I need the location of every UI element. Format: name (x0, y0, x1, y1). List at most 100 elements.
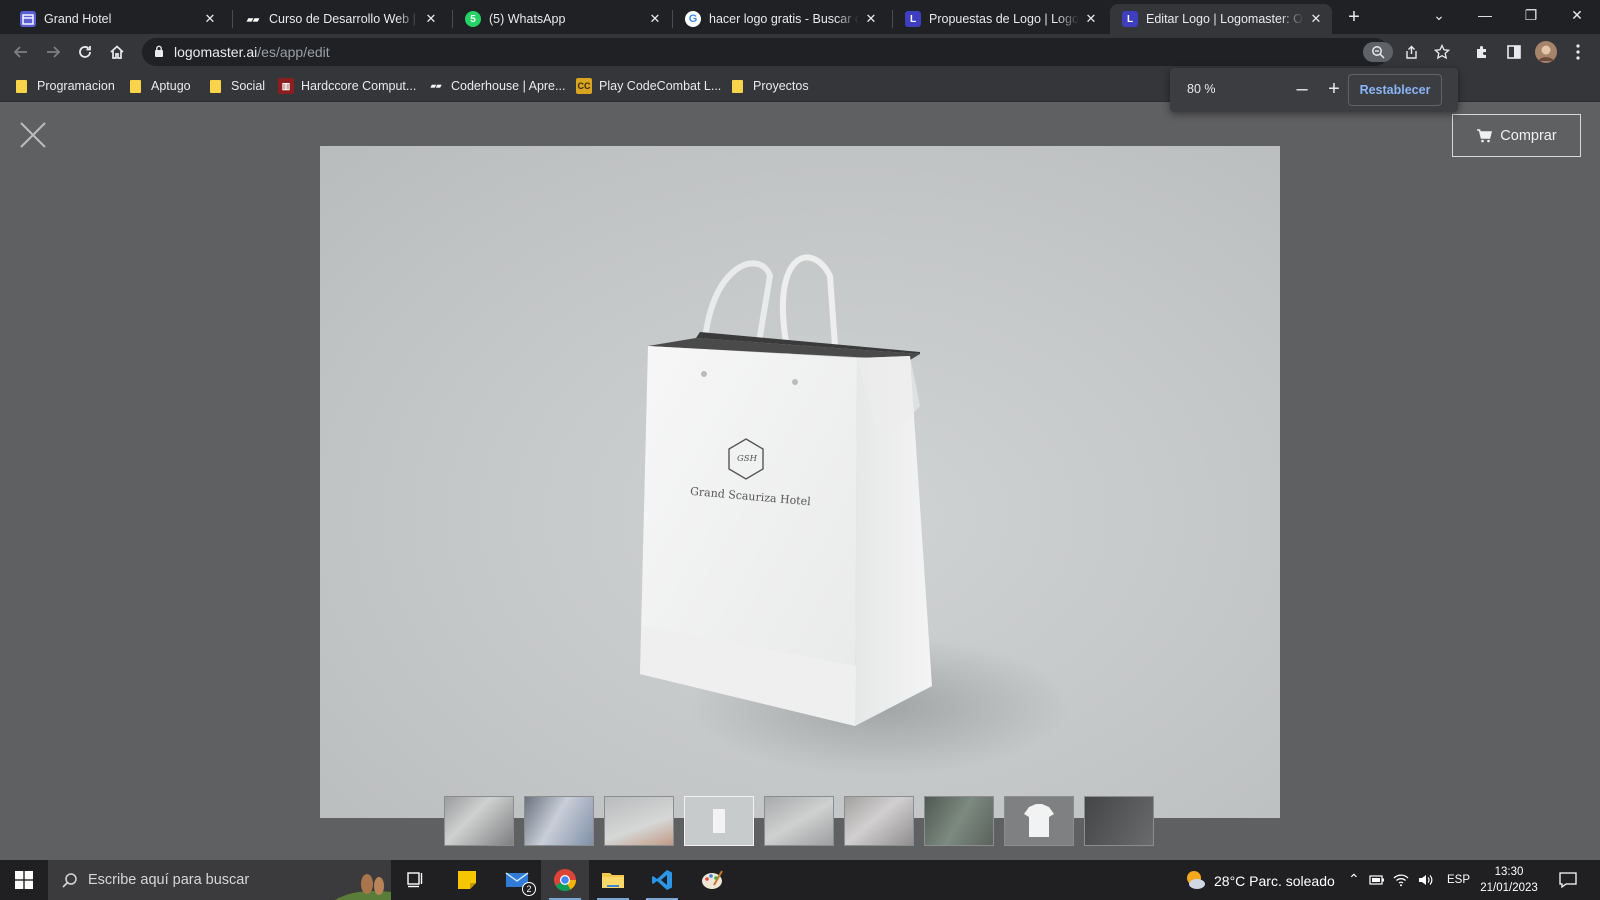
reload-button[interactable] (72, 39, 98, 65)
tab-close-icon[interactable]: ✕ (1083, 11, 1099, 27)
tab-editar-logo[interactable]: L Editar Logo | Logomaster: On ✕ (1110, 4, 1332, 34)
browser-toolbar: logomaster.ai/es/app/edit (0, 34, 1600, 70)
tab-whatsapp[interactable]: 5 (5) WhatsApp ✕ (453, 4, 671, 34)
tab-curso-desarrollo[interactable]: ▰▰ Curso de Desarrollo Web | Pla ✕ (233, 4, 447, 34)
back-button[interactable] (8, 39, 34, 65)
thumbnail-tshirt[interactable] (1004, 796, 1074, 846)
thumbnail-dark[interactable] (1084, 796, 1154, 846)
tab-grand-hotel[interactable]: Grand Hotel ✕ (8, 4, 226, 34)
side-panel-icon[interactable] (1502, 40, 1526, 64)
bookmark-coderhouse[interactable]: ▰▰ Coderhouse | Apre... (428, 77, 566, 95)
calendar-icon (20, 11, 36, 27)
folder-icon (732, 79, 743, 93)
folder-icon (16, 79, 27, 93)
tab-search-chevron-icon[interactable]: ⌄ (1416, 0, 1462, 30)
home-icon (110, 45, 124, 59)
thumbnail-building[interactable] (444, 796, 514, 846)
notifications-icon[interactable] (1559, 871, 1577, 889)
tab-label: (5) WhatsApp (489, 12, 566, 26)
buy-button[interactable]: Comprar (1452, 114, 1581, 157)
weather-sun-cloud-icon[interactable] (1184, 869, 1206, 891)
bookmark-proyectos[interactable]: Proyectos (732, 77, 809, 95)
thumbnail-storefront[interactable] (924, 796, 994, 846)
battery-icon[interactable] (1369, 874, 1385, 886)
tab-label: Curso de Desarrollo Web | Pla (269, 12, 419, 26)
tab-propuestas-logo[interactable]: L Propuestas de Logo | Logoma ✕ (893, 4, 1107, 34)
forward-button[interactable] (40, 39, 66, 65)
back-arrow-icon (13, 46, 27, 58)
zoom-out-button[interactable]: – (1290, 78, 1314, 102)
bag-thumb-icon (713, 809, 725, 833)
windows-taskbar: Escribe aquí para buscar 2 28°C Parc. so… (0, 860, 1600, 900)
clock-date: 21/01/2023 (1480, 882, 1538, 894)
tab-close-icon[interactable]: ✕ (423, 11, 439, 27)
bookmark-codecombat[interactable]: CC Play CodeCombat L... (576, 77, 721, 95)
thumbnail-envelope[interactable] (764, 796, 834, 846)
vscode-app[interactable] (638, 860, 686, 900)
reset-zoom-button[interactable]: Restablecer (1348, 74, 1442, 106)
mockup-preview: GSH Grand Scauriza Hotel (320, 146, 1280, 818)
sticky-notes-app[interactable] (443, 860, 491, 900)
close-window-button[interactable]: ✕ (1554, 0, 1600, 30)
bookmark-hardccore[interactable]: ▥ Hardccore Comput... (278, 77, 416, 95)
file-explorer-app[interactable] (589, 860, 637, 900)
zoom-magnifier-icon[interactable] (1363, 42, 1393, 62)
tab-label: Propuestas de Logo | Logoma (929, 12, 1079, 26)
minimize-button[interactable]: — (1462, 0, 1508, 30)
zoom-in-button[interactable]: + (1322, 78, 1346, 102)
tab-close-icon[interactable]: ✕ (202, 11, 218, 27)
windows-logo-icon (15, 871, 33, 889)
tab-close-icon[interactable]: ✕ (1308, 11, 1324, 27)
chrome-app[interactable] (541, 860, 589, 900)
search-icon (62, 873, 77, 888)
share-icon[interactable] (1400, 42, 1422, 62)
clock[interactable]: 13:30 21/01/2023 (1478, 864, 1540, 896)
tab-strip: Grand Hotel ✕ ▰▰ Curso de Desarrollo Web… (0, 0, 1600, 34)
vscode-icon (652, 870, 672, 890)
wifi-icon[interactable] (1393, 873, 1409, 887)
bookmark-aptugo[interactable]: Aptugo (130, 77, 191, 95)
tab-close-icon[interactable]: ✕ (863, 11, 879, 27)
bookmark-star-icon[interactable] (1430, 40, 1454, 64)
buy-label: Comprar (1500, 127, 1557, 144)
thumbnail-card-hand[interactable] (604, 796, 674, 846)
address-bar[interactable]: logomaster.ai/es/app/edit (142, 38, 1417, 66)
close-icon[interactable] (18, 120, 48, 150)
start-button[interactable] (0, 860, 48, 900)
extensions-puzzle-icon[interactable] (1470, 40, 1494, 64)
zoom-popup: 80 % – + Restablecer (1170, 68, 1458, 112)
thumbnail-bag[interactable] (684, 796, 754, 846)
google-icon: G (685, 11, 701, 27)
page-content: Comprar GSH Grand Scauriza Hotel (0, 102, 1600, 860)
task-view-button[interactable] (392, 860, 440, 900)
home-button[interactable] (104, 39, 130, 65)
folder-icon (130, 79, 141, 93)
new-tab-button[interactable]: + (1342, 6, 1366, 30)
paint-app[interactable] (688, 860, 736, 900)
restore-button[interactable]: ❐ (1508, 0, 1554, 30)
weather-text[interactable]: 28°C Parc. soleado (1214, 873, 1335, 889)
profile-avatar[interactable] (1534, 40, 1558, 64)
thumbnail-stationery[interactable] (844, 796, 914, 846)
volume-icon[interactable] (1418, 873, 1434, 887)
taskbar-search[interactable]: Escribe aquí para buscar (48, 860, 391, 900)
reload-icon (79, 46, 91, 58)
lock-icon (155, 45, 163, 57)
tab-label: Grand Hotel (44, 12, 112, 26)
tab-close-icon[interactable]: ✕ (647, 11, 663, 27)
whatsapp-icon: 5 (465, 11, 481, 27)
bookmark-social[interactable]: Social (210, 77, 265, 95)
thumbnail-phone[interactable] (524, 796, 594, 846)
tray-chevron-icon[interactable]: ⌃ (1348, 871, 1360, 888)
kebab-menu-icon[interactable] (1566, 40, 1590, 64)
sticky-notes-icon (458, 871, 476, 889)
language-indicator[interactable]: ESP (1447, 874, 1470, 886)
clock-time: 13:30 (1494, 866, 1524, 878)
forward-arrow-icon (47, 46, 61, 58)
mail-app[interactable]: 2 (493, 860, 541, 900)
tab-google-search[interactable]: G hacer logo gratis - Buscar cor ✕ (673, 4, 887, 34)
mail-badge: 2 (522, 882, 536, 896)
search-placeholder: Escribe aquí para buscar (88, 872, 250, 888)
coderhouse-icon: ▰▰ (430, 83, 442, 90)
bookmark-programacion[interactable]: Programacion (16, 77, 115, 95)
